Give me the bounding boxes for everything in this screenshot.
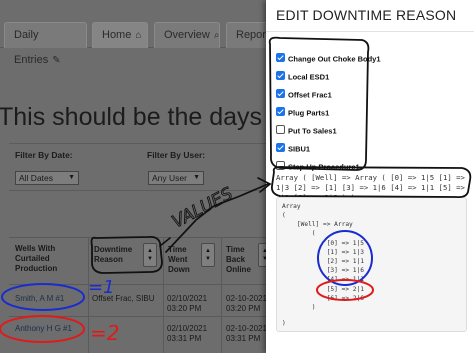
checkbox[interactable] [276, 89, 285, 99]
table-header-rule [9, 284, 269, 285]
modal-title-divider [266, 31, 474, 32]
filter-user-label: Filter By User: [147, 150, 206, 160]
filter-bar: Filter By Date: All Dates ▼ Filter By Use… [9, 143, 279, 191]
down-date: 02/10/2021 [167, 294, 208, 303]
tab-label: Daily Entries [14, 29, 49, 66]
filter-user-select[interactable]: Any User ▼ [148, 171, 204, 185]
filter-date-select[interactable]: All Dates ▼ [15, 171, 79, 185]
tab-overview[interactable]: Overview ⌕ [154, 22, 220, 48]
reason-option[interactable]: Plug Parts1 [276, 104, 329, 117]
table-top-rule [9, 237, 269, 238]
down-time: 03:31 PM [167, 334, 202, 343]
filter-date-value: All Dates [19, 173, 54, 183]
back-time: 03:31 PM [226, 334, 261, 343]
back-date: 02-10-2021 [226, 294, 267, 303]
reason-option-label: Step Up Procedure1 [288, 162, 360, 172]
checkbox[interactable] [276, 107, 285, 117]
pre-line: Array [282, 203, 301, 210]
pre-line: [3] => 1|6 [282, 267, 364, 274]
home-icon: ⌂ [135, 30, 142, 41]
pre-line: ) [282, 304, 316, 311]
back-date: 02-10-2021 [226, 324, 267, 333]
down-date: 02/10/2021 [167, 324, 208, 333]
edit-icon: ✎ [52, 55, 61, 66]
checkbox[interactable] [276, 53, 285, 63]
modal-title: EDIT DOWNTIME REASON [276, 7, 457, 23]
reason-option-label: Change Out Choke Body1 [288, 54, 381, 64]
reason-option-label: Plug Parts1 [288, 108, 330, 118]
search-icon: ⌕ [213, 30, 220, 41]
pre-line: [5] => 2|1 [282, 286, 364, 293]
reason-option[interactable]: Put To Sales1 [276, 122, 337, 135]
col-header-time-back: Time Back Online [226, 245, 251, 274]
downtime-reason[interactable]: Offset Frac, SIBU [92, 294, 155, 303]
tab-label: Home [102, 29, 132, 41]
well-name[interactable]: Anthony H G #1 [15, 324, 72, 333]
filter-date-label: Filter By Date: [15, 150, 73, 160]
column-divider [221, 237, 222, 353]
pre-line: ( [282, 230, 316, 237]
checkbox[interactable] [276, 143, 285, 153]
reason-option[interactable]: Change Out Choke Body1 [276, 50, 381, 63]
chevron-down-icon: ▼ [193, 174, 200, 181]
tab-label: Overview [164, 29, 210, 41]
pre-line: [2] => 1|1 [282, 258, 364, 265]
pre-line: [4] => 1|1 [282, 276, 364, 283]
chevron-down-icon: ▼ [68, 174, 75, 181]
pre-line: [Well] => Array [282, 221, 353, 228]
reason-option-label: Put To Sales1 [288, 126, 337, 136]
array-dump-pre: Array ( [Well] => Array ( [0] => 1|5 [1]… [276, 197, 467, 332]
col-header-wells: Wells With Curtailed Production [15, 244, 58, 273]
row-rule [9, 316, 269, 317]
edit-downtime-modal: EDIT DOWNTIME REASON Change Out Choke Bo… [266, 0, 474, 353]
reason-option-label: Offset Frac1 [288, 90, 332, 100]
down-time: 03:20 PM [167, 304, 202, 313]
reason-option[interactable]: SIBU1 [276, 140, 310, 153]
tab-home[interactable]: Home ⌂ [92, 22, 148, 48]
reason-option[interactable]: Offset Frac1 [276, 86, 332, 99]
column-divider [88, 237, 89, 353]
tab-daily-entries[interactable]: Daily Entries ✎ [4, 22, 87, 66]
checkbox[interactable] [276, 125, 285, 135]
col-header-reason: Downtime Reason [94, 245, 133, 264]
back-time: 03:20 PM [226, 304, 261, 313]
pre-line: [0] => 1|5 [282, 240, 364, 247]
pre-line: [1] => 1|3 [282, 249, 364, 256]
reason-option[interactable]: Local ESD1 [276, 68, 329, 81]
col-header-time-down: Time Went Down [168, 245, 190, 274]
reason-option-label: SIBU1 [288, 144, 311, 154]
column-divider [163, 237, 164, 353]
sort-reason-button[interactable]: ▲ ▼ [143, 243, 157, 267]
filter-user-value: Any User [152, 173, 187, 183]
checkbox[interactable] [276, 161, 285, 171]
checkbox[interactable] [276, 71, 285, 81]
well-name[interactable]: Smith, A M #1 [15, 294, 64, 303]
sort-time-down-button[interactable]: ▲ ▼ [201, 243, 215, 267]
pre-line: ) [282, 320, 286, 327]
reason-option[interactable]: Step Up Procedure1 [276, 158, 360, 171]
pre-line: ( [282, 212, 286, 219]
reason-option-label: Local ESD1 [288, 72, 330, 82]
pre-line: [6] => 2|6 [282, 295, 364, 302]
